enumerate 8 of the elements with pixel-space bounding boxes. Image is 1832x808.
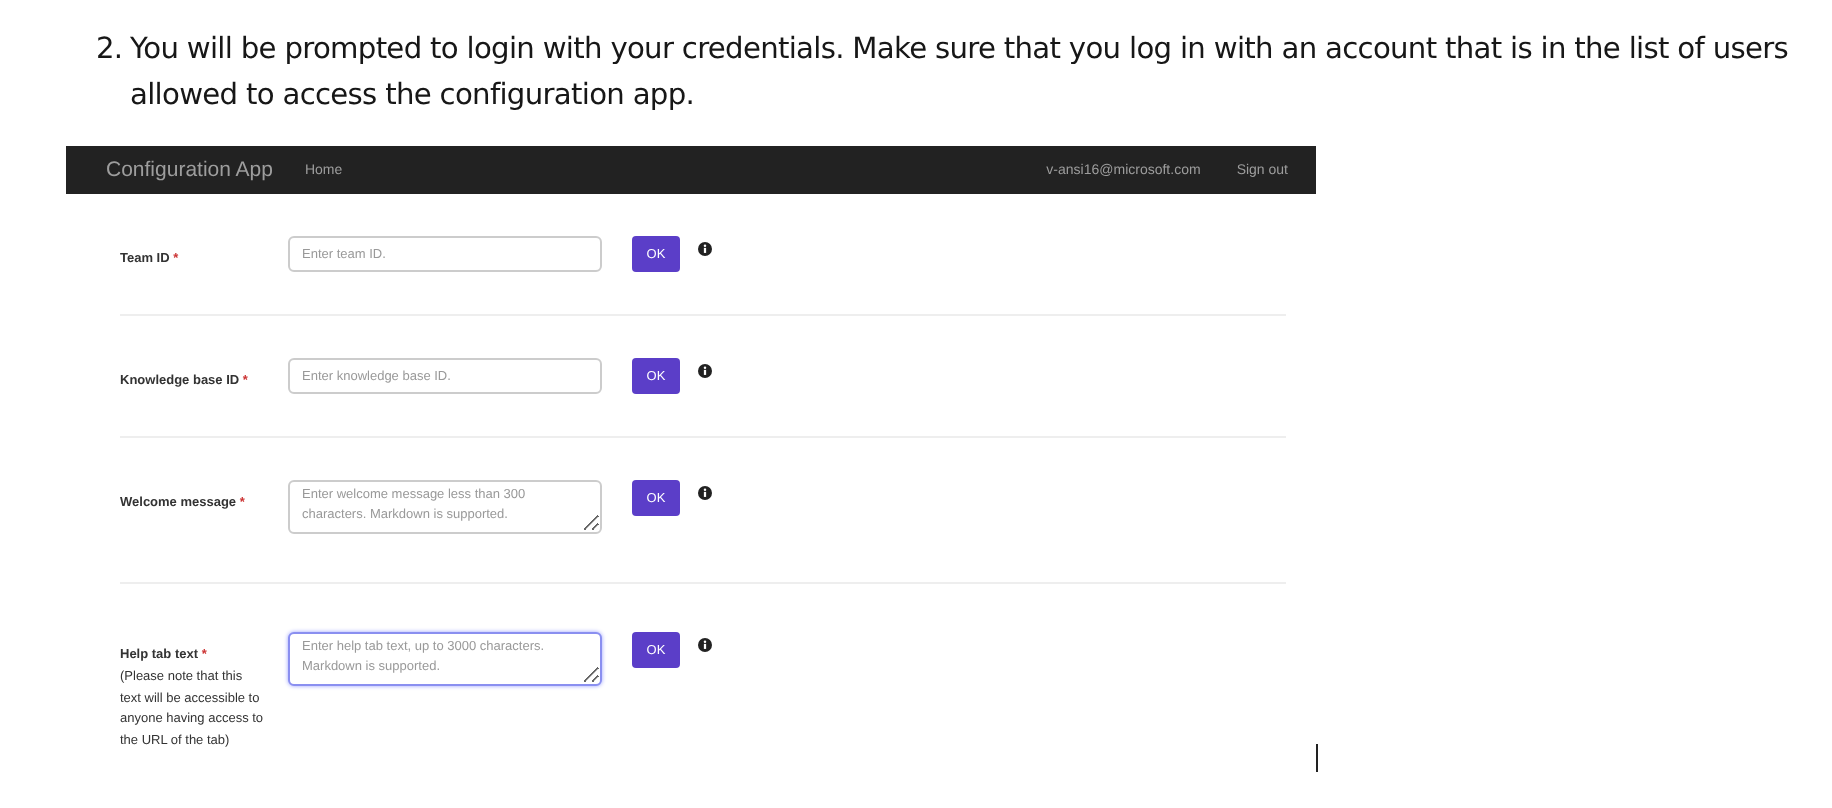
info-icon[interactable] [698,486,712,500]
info-icon[interactable] [698,242,712,256]
step-number: 2. [96,30,125,70]
info-icon[interactable] [698,364,712,378]
text-cursor [1316,744,1318,772]
app-title[interactable]: Configuration App [106,158,273,182]
info-icon[interactable] [698,638,712,652]
step-text: You will be prompted to login with your credentials. Make sure that you log in with an account that is in the list of users allowed to access the configuration app. [130,30,1790,116]
